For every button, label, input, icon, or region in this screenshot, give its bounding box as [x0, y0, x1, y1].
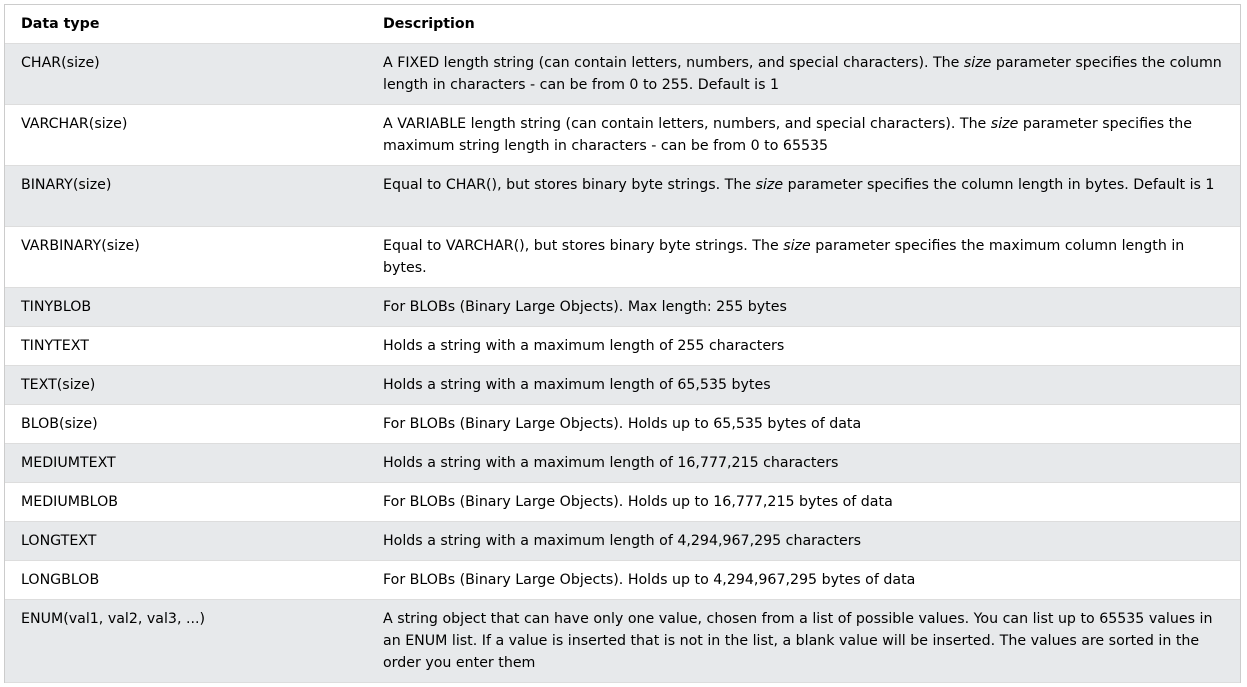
cell-data-type: ENUM(val1, val2, val3, ...): [5, 599, 367, 683]
table-row: VARBINARY(size) Equal to VARCHAR(), but …: [5, 226, 1240, 288]
cell-data-type: BLOB(size): [5, 404, 367, 444]
table-row: LONGBLOB For BLOBs (Binary Large Objects…: [5, 560, 1240, 600]
table-row: CHAR(size) A FIXED length string (can co…: [5, 43, 1240, 105]
cell-description: A VARIABLE length string (can contain le…: [367, 104, 1240, 166]
cell-data-type: BINARY(size): [5, 165, 367, 227]
cell-description: For BLOBs (Binary Large Objects). Holds …: [367, 482, 1240, 522]
cell-data-type: CHAR(size): [5, 43, 367, 105]
header-data-type: Data type: [5, 5, 367, 44]
cell-description: Holds a string with a maximum length of …: [367, 326, 1240, 366]
table-row: BLOB(size) For BLOBs (Binary Large Objec…: [5, 404, 1240, 444]
table-row: MEDIUMBLOB For BLOBs (Binary Large Objec…: [5, 482, 1240, 522]
cell-description: Holds a string with a maximum length of …: [367, 521, 1240, 561]
cell-data-type: LONGTEXT: [5, 521, 367, 561]
cell-description: A FIXED length string (can contain lette…: [367, 43, 1240, 105]
cell-data-type: TEXT(size): [5, 365, 367, 405]
cell-description: For BLOBs (Binary Large Objects). Holds …: [367, 560, 1240, 600]
table-row: TEXT(size) Holds a string with a maximum…: [5, 365, 1240, 405]
cell-data-type: TINYBLOB: [5, 287, 367, 327]
cell-data-type: VARBINARY(size): [5, 226, 367, 288]
cell-data-type: MEDIUMTEXT: [5, 443, 367, 483]
cell-description: Equal to VARCHAR(), but stores binary by…: [367, 226, 1240, 288]
cell-description: Equal to CHAR(), but stores binary byte …: [367, 165, 1240, 227]
table-row: MEDIUMTEXT Holds a string with a maximum…: [5, 443, 1240, 483]
cell-description: For BLOBs (Binary Large Objects). Holds …: [367, 404, 1240, 444]
cell-data-type: MEDIUMBLOB: [5, 482, 367, 522]
cell-description: A string object that can have only one v…: [367, 599, 1240, 683]
table-header-row: Data type Description: [5, 5, 1240, 44]
table-row: ENUM(val1, val2, val3, ...) A string obj…: [5, 599, 1240, 683]
data-types-table: Data type Description CHAR(size) A FIXED…: [5, 5, 1240, 683]
table-row: TINYTEXT Holds a string with a maximum l…: [5, 326, 1240, 366]
cell-data-type: TINYTEXT: [5, 326, 367, 366]
header-description: Description: [367, 5, 1240, 44]
table-row: TINYBLOB For BLOBs (Binary Large Objects…: [5, 287, 1240, 327]
table-row: VARCHAR(size) A VARIABLE length string (…: [5, 104, 1240, 166]
table-row: LONGTEXT Holds a string with a maximum l…: [5, 521, 1240, 561]
table-row: BINARY(size) Equal to CHAR(), but stores…: [5, 165, 1240, 227]
data-types-table-container: Data type Description CHAR(size) A FIXED…: [4, 4, 1241, 683]
cell-data-type: LONGBLOB: [5, 560, 367, 600]
cell-data-type: VARCHAR(size): [5, 104, 367, 166]
cell-description: Holds a string with a maximum length of …: [367, 443, 1240, 483]
cell-description: Holds a string with a maximum length of …: [367, 365, 1240, 405]
cell-description: For BLOBs (Binary Large Objects). Max le…: [367, 287, 1240, 327]
